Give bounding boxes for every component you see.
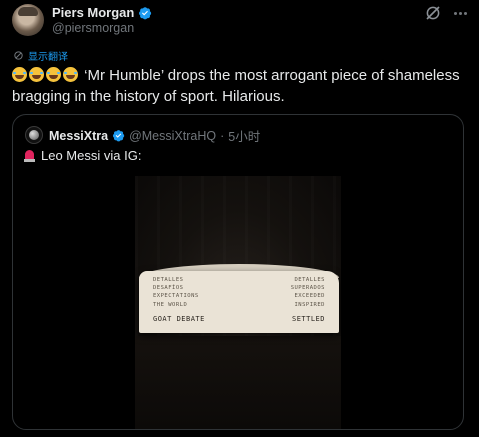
quoted-header: MessiXtra @MessiXtraHQ · 5小时 — [49, 126, 260, 145]
quoted-text-row: Leo Messi via IG: — [23, 148, 141, 163]
more-dot — [458, 11, 462, 15]
paper-main-right: SETTLED — [291, 315, 325, 323]
avatar-hair — [18, 7, 38, 16]
paper-line-right: SUPERADOS — [290, 285, 325, 291]
translate-icon — [14, 51, 23, 60]
paper-line-left: DETALLES — [153, 277, 184, 283]
quoted-handle[interactable]: @MessiXtraHQ — [129, 129, 216, 143]
paper-line: DESAFÍOS SUPERADOS — [153, 285, 325, 292]
paper-line-left: THE WORLD — [153, 302, 188, 308]
rofl-emoji-icon — [46, 67, 61, 82]
paper-line-right: EXCEEDED — [294, 293, 325, 299]
more-dot — [453, 11, 457, 15]
paper-main-line: GOAT DEBATE SETTLED — [153, 315, 325, 323]
siren-icon — [23, 149, 36, 162]
quoted-time[interactable]: 5小时 — [228, 126, 260, 145]
show-translation-link[interactable]: 显示翻译 — [13, 48, 68, 63]
paper-line: DETALLES DETALLES — [153, 277, 325, 284]
tweet-card: Piers Morgan @piersmorgan 显示翻译 ‘Mr Humbl… — [0, 0, 479, 437]
grok-icon[interactable] — [424, 4, 442, 22]
translate-label: 显示翻译 — [28, 52, 68, 63]
paper-line-left: DESAFÍOS — [153, 285, 184, 291]
verified-badge-icon — [139, 6, 152, 19]
more-options-icon[interactable] — [450, 4, 470, 22]
siren-dome — [25, 150, 34, 159]
quoted-avatar-logo — [29, 130, 39, 140]
quoted-display-name[interactable]: MessiXtra — [49, 129, 108, 143]
siren-base — [24, 159, 35, 162]
verified-badge-icon — [112, 130, 125, 142]
rofl-emoji-icon — [29, 67, 44, 82]
media-table — [135, 336, 341, 429]
quoted-text: Leo Messi via IG: — [41, 148, 142, 163]
paper-line-right: DETALLES — [294, 277, 325, 283]
paper-line: EXPECTATIONS EXCEEDED — [153, 293, 325, 300]
rofl-emoji-icon — [63, 67, 78, 82]
quoted-tweet[interactable]: MessiXtra @MessiXtraHQ · 5小时 Leo Messi v… — [12, 114, 464, 430]
quoted-avatar[interactable] — [25, 126, 43, 144]
paper-line-left: EXPECTATIONS — [153, 293, 199, 299]
paper-main-left: GOAT DEBATE — [153, 315, 205, 323]
author-display-name[interactable]: Piers Morgan — [52, 5, 134, 20]
rofl-emoji-icon — [12, 67, 27, 82]
quoted-media-video[interactable]: DETALLES DETALLES DESAFÍOS SUPERADOS EXP… — [135, 176, 341, 429]
author-handle[interactable]: @piersmorgan — [52, 21, 134, 35]
tweet-body: ‘Mr Humble’ drops the most arrogant piec… — [12, 65, 472, 107]
tweet-text: ‘Mr Humble’ drops the most arrogant piec… — [12, 67, 460, 105]
author-name-row: Piers Morgan — [52, 5, 152, 20]
author-avatar[interactable] — [12, 4, 44, 36]
quoted-separator: · — [220, 128, 225, 143]
paper-roll: DETALLES DETALLES DESAFÍOS SUPERADOS EXP… — [139, 271, 339, 333]
paper-line: THE WORLD INSPIRED — [153, 302, 325, 309]
paper-line-right: INSPIRED — [294, 302, 325, 308]
more-dot — [463, 11, 467, 15]
